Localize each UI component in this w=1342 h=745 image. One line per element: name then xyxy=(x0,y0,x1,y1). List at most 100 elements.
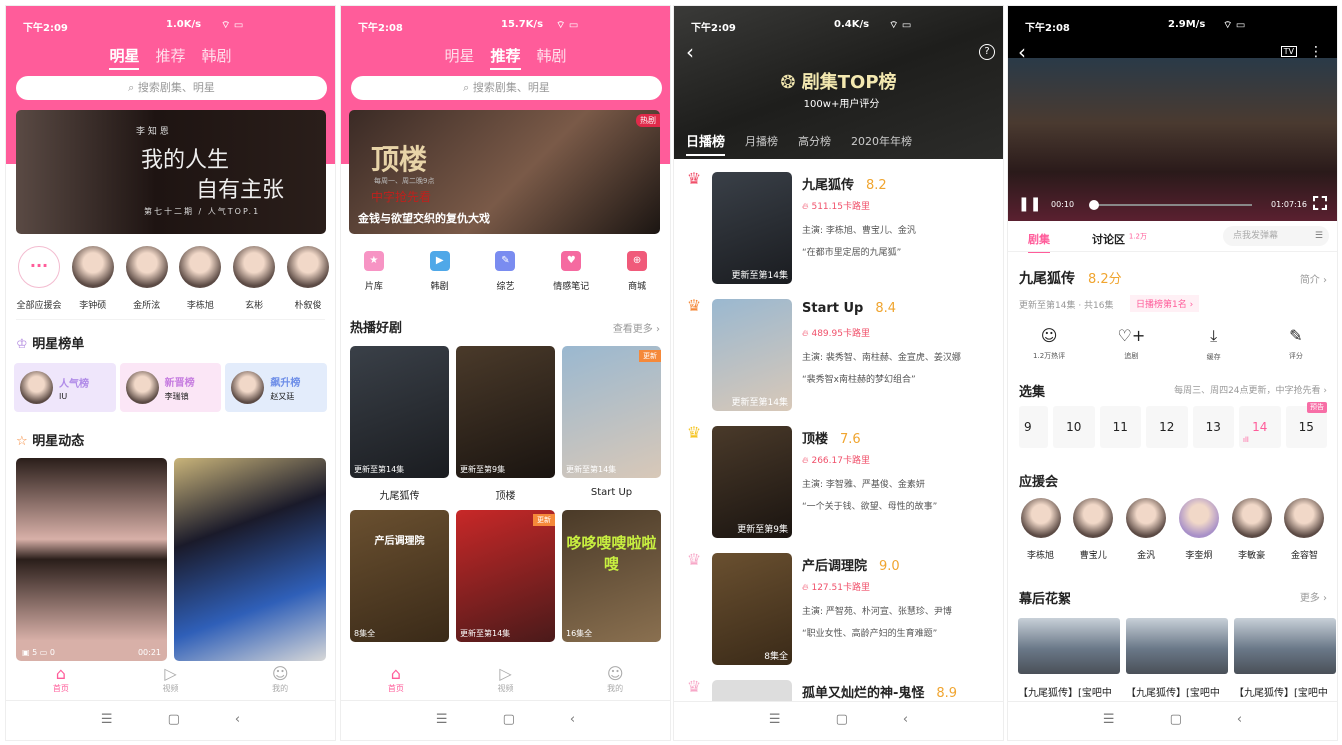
drama-card[interactable]: 更新至第9集 顶楼 xyxy=(456,346,555,502)
category-microphone[interactable]: ✎ 综艺 xyxy=(480,251,530,292)
back-icon[interactable]: ‹ xyxy=(235,706,240,740)
episode-button[interactable]: 13 xyxy=(1192,406,1234,448)
tab-episodes[interactable]: 剧集 xyxy=(1028,231,1050,253)
action-download[interactable]: ⤓ 缓存 xyxy=(1184,326,1244,362)
drama-card[interactable]: 产后调理院 8集全 xyxy=(350,510,449,642)
episode-button[interactable]: 12 xyxy=(1146,406,1188,448)
more-icon[interactable]: ⋮ xyxy=(1309,44,1323,60)
home-square-icon[interactable]: ▢ xyxy=(168,706,180,740)
episode-button[interactable]: 11 xyxy=(1099,406,1141,448)
menu-icon[interactable]: ☰ xyxy=(436,706,448,740)
intro-link[interactable]: 简介 › xyxy=(1300,271,1327,286)
back-icon[interactable]: ‹ xyxy=(903,706,908,740)
action-comment[interactable]: ☺ 1.2万热评 xyxy=(1019,326,1079,362)
feed-photo-card[interactable] xyxy=(174,458,326,661)
tab-recommend[interactable]: 推荐 xyxy=(155,47,185,65)
banner[interactable]: 李 知 恩 我的人生 自有主张 第七十二期 / 人气TOP.1 xyxy=(16,110,326,234)
star-item[interactable]: 李钟硕 xyxy=(68,246,118,311)
rank-card[interactable]: 人气榜 IU xyxy=(14,363,116,412)
feed-video-card[interactable]: ▣ 5 ▭ 0 00:21 xyxy=(16,458,167,661)
episode-button[interactable]: 9 xyxy=(1019,406,1048,448)
tab-2020-annual[interactable]: 2020年年榜 xyxy=(851,131,912,156)
help-icon[interactable]: ? xyxy=(979,44,995,60)
bts-video-card[interactable]: 【九尾狐传】[宝吧中 xyxy=(1018,618,1120,699)
tab-kdrama[interactable]: 韩剧 xyxy=(202,47,232,65)
bts-video-card[interactable]: 【九尾狐传】[宝吧中 xyxy=(1234,618,1336,699)
nav-video[interactable]: ▷ 视频 xyxy=(116,661,226,700)
rank-card[interactable]: 新晋榜 李瑞镇 xyxy=(119,363,222,412)
episode-button[interactable]: 14 ıll xyxy=(1239,406,1281,448)
fan-club-item[interactable]: 李敏豪 xyxy=(1229,498,1274,561)
tab-stars[interactable]: 明星 xyxy=(444,47,474,65)
tab-kdrama[interactable]: 韩剧 xyxy=(537,47,567,65)
category-heart-notebook[interactable]: ♥ 情感笔记 xyxy=(546,251,596,292)
avatar xyxy=(1020,498,1061,538)
ranking-item[interactable]: ♛ 4 8集全 产后调理院 9.0 🔥︎ 127.51卡路里 主演: 严智苑、朴河宣… xyxy=(674,550,1003,677)
nav-mine[interactable]: ☺ 我的 xyxy=(225,661,335,700)
action-edit[interactable]: ✎ 评分 xyxy=(1266,326,1326,362)
danmaku-input[interactable]: 点我发弹幕 ☰ xyxy=(1223,226,1329,246)
video-player[interactable] xyxy=(1008,6,1337,221)
episode-button[interactable]: 10 xyxy=(1053,406,1095,448)
nav-home-label: 首页 xyxy=(52,684,69,693)
rank-card[interactable]: 飙升榜 赵又廷 xyxy=(225,363,328,412)
fan-club-item[interactable]: 李奎炯 xyxy=(1176,498,1221,561)
rank-badge[interactable]: 日播榜第1名 › xyxy=(1130,295,1200,312)
drama-card[interactable]: 更新 更新至第14集 xyxy=(456,510,555,642)
drama-card[interactable]: 哆哆嗖嗖啦啦嗖 16集全 xyxy=(562,510,661,642)
star-item[interactable]: 玄彬 xyxy=(229,246,279,311)
nav-home[interactable]: ⌂ 首页 xyxy=(341,661,451,700)
tab-recommend[interactable]: 推荐 xyxy=(490,47,521,70)
nav-mine[interactable]: ☺ 我的 xyxy=(560,661,670,700)
nav-home[interactable]: ⌂ 首页 xyxy=(6,661,116,700)
tab-top-rated[interactable]: 高分榜 xyxy=(798,131,831,156)
progress-slider[interactable] xyxy=(1088,200,1252,210)
back-icon[interactable]: ‹ xyxy=(686,40,694,64)
banner[interactable]: 顶楼 每周一、周二晚9点 中字抢先看 金钱与欲望交织的复仇大戏 热剧 xyxy=(349,110,660,234)
star-item[interactable]: 金所泫 xyxy=(122,246,172,311)
fan-club-item[interactable]: 金容智 xyxy=(1282,498,1327,561)
menu-icon[interactable]: ☰ xyxy=(101,706,113,740)
danmaku-toggle-icon[interactable]: ☰ xyxy=(1315,226,1323,246)
fullscreen-icon[interactable] xyxy=(1313,196,1327,210)
back-icon[interactable]: ‹ xyxy=(1018,40,1026,64)
menu-icon[interactable]: ☰ xyxy=(1103,706,1115,740)
bts-more-link[interactable]: 更多 › xyxy=(1300,589,1327,604)
menu-icon[interactable]: ☰ xyxy=(769,706,781,740)
tab-discussion[interactable]: 讨论区 1.2万 xyxy=(1092,231,1147,247)
ranking-item[interactable]: ♛ 2 更新至第14集 Start Up 8.4 🔥︎ 489.95卡路里 主演: … xyxy=(674,296,1003,423)
ranking-item[interactable]: ♛ 3 更新至第9集 顶楼 7.6 🔥︎ 266.17卡路里 主演: 李智雅、严基俊… xyxy=(674,423,1003,550)
pause-icon[interactable]: ❚❚ xyxy=(1018,196,1041,212)
category-folder-star[interactable]: ★ 片库 xyxy=(349,251,399,292)
back-icon[interactable]: ‹ xyxy=(570,706,575,740)
tab-daily[interactable]: 日播榜 xyxy=(686,131,726,156)
nav-video[interactable]: ▷ 视频 xyxy=(451,661,561,700)
progress-handle[interactable] xyxy=(1088,200,1099,210)
tv-cast-icon[interactable]: TV xyxy=(1280,46,1297,57)
star-item[interactable]: 朴叙俊 xyxy=(283,246,333,311)
see-more-link[interactable]: 查看更多 › xyxy=(613,320,660,335)
tab-stars[interactable]: 明星 xyxy=(109,47,140,70)
fan-club-item[interactable]: 金汎 xyxy=(1124,498,1169,561)
episodes-note[interactable]: 每周三、周四24点更新，中字抢先看 › xyxy=(1174,383,1327,396)
fan-club-item[interactable]: 曹宝儿 xyxy=(1071,498,1116,561)
drama-title: Start Up xyxy=(590,487,633,498)
ranking-item[interactable]: ♛ 1 更新至第14集 九尾狐传 8.2 🔥︎ 511.15卡路里 主演: 李栋旭、… xyxy=(674,169,1003,296)
search-input[interactable]: ⌕ 搜索剧集、明星 xyxy=(16,76,327,100)
back-icon[interactable]: ‹ xyxy=(1237,706,1242,740)
home-square-icon[interactable]: ▢ xyxy=(1170,706,1182,740)
home-square-icon[interactable]: ▢ xyxy=(503,706,515,740)
fan-club-item[interactable]: 李栋旭 xyxy=(1018,498,1063,561)
category-shopping-bag[interactable]: ⊕ 商城 xyxy=(612,251,662,292)
star-item[interactable]: 李栋旭 xyxy=(175,246,225,311)
tab-monthly[interactable]: 月播榜 xyxy=(745,131,778,156)
drama-card[interactable]: 更新 更新至第14集 Start Up xyxy=(562,346,661,502)
bts-video-card[interactable]: 【九尾狐传】[宝吧中 xyxy=(1126,618,1228,699)
category-tv-play[interactable]: ▶ 韩剧 xyxy=(415,251,465,292)
episode-button[interactable]: 15 预告 xyxy=(1285,402,1327,448)
action-heart-plus[interactable]: ♡+ 追剧 xyxy=(1101,326,1161,362)
home-square-icon[interactable]: ▢ xyxy=(836,706,848,740)
drama-card[interactable]: 更新至第14集 九尾狐传 xyxy=(350,346,449,502)
search-input[interactable]: ⌕ 搜索剧集、明星 xyxy=(351,76,662,100)
star-item[interactable]: ··· 全部应援会 xyxy=(14,246,64,311)
